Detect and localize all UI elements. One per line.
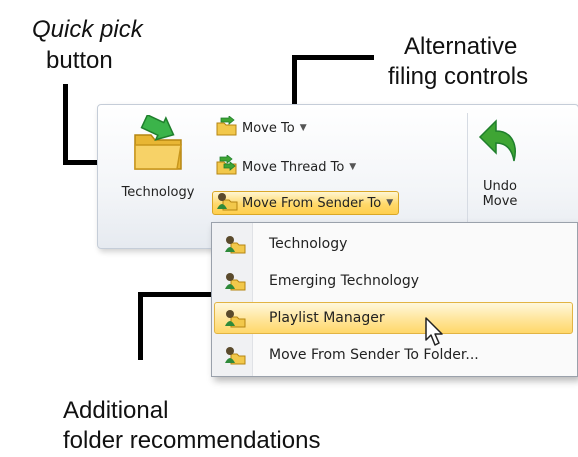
- chevron-down-icon: ▼: [349, 162, 357, 172]
- sender-folder-icon: [216, 191, 238, 215]
- menu-item-label: Playlist Manager: [269, 310, 385, 326]
- undo-label-line1: Undo: [483, 179, 517, 194]
- chevron-down-icon: ▼: [386, 198, 394, 208]
- sender-folder-icon: [215, 271, 255, 291]
- undo-move-button[interactable]: Undo Move: [470, 115, 530, 209]
- alternative-annotation-line1: Alternative: [404, 33, 518, 60]
- chevron-down-icon: ▼: [299, 123, 307, 133]
- menu-item-label: Emerging Technology: [269, 273, 420, 289]
- alternative-annotation-line2: filing controls: [388, 63, 529, 90]
- undo-label-line2: Move: [482, 194, 518, 209]
- mouse-pointer-icon: [424, 316, 446, 353]
- quick-pick-annotation-subtitle: button: [46, 47, 113, 74]
- menu-item-move-to-folder[interactable]: Move From Sender To Folder...: [214, 339, 573, 371]
- move-to-button[interactable]: Move To ▼: [212, 115, 313, 140]
- quick-pick-technology-button[interactable]: Technology: [108, 113, 208, 200]
- additional-annotation-line2: folder recommendations: [63, 427, 321, 454]
- move-from-sender-to-label: Move From Sender To: [242, 195, 382, 211]
- menu-item-label: Move From Sender To Folder...: [269, 347, 479, 363]
- move-to-label: Move To: [242, 120, 295, 136]
- move-thread-to-button[interactable]: Move Thread To ▼: [212, 154, 362, 179]
- folder-arrow-icon: [131, 113, 185, 177]
- quick-pick-leader-vertical: [63, 84, 68, 165]
- sender-folder-icon: [215, 308, 255, 328]
- menu-item-playlist-manager[interactable]: Playlist Manager: [214, 302, 573, 334]
- quick-pick-annotation-title: Quick pick: [32, 16, 143, 43]
- move-thread-to-label: Move Thread To: [242, 159, 345, 175]
- folder-arrow-icon: [216, 115, 238, 140]
- move-from-sender-to-button[interactable]: Move From Sender To ▼: [212, 191, 400, 215]
- additional-leader-vertical: [138, 292, 143, 360]
- menu-item-technology[interactable]: Technology: [214, 228, 573, 260]
- alternative-leader-horizontal: [292, 55, 374, 60]
- sender-folder-icon: [215, 234, 255, 254]
- menu-item-label: Technology: [269, 236, 348, 252]
- sender-folder-icon: [215, 345, 255, 365]
- move-from-sender-dropdown: Technology Emerging Technology Playlist …: [211, 222, 578, 377]
- quick-pick-label: Technology: [121, 185, 195, 200]
- additional-annotation-line1: Additional: [63, 397, 169, 424]
- folder-thread-icon: [216, 154, 238, 179]
- menu-item-emerging-technology[interactable]: Emerging Technology: [214, 265, 573, 297]
- undo-arrow-icon: [478, 115, 522, 169]
